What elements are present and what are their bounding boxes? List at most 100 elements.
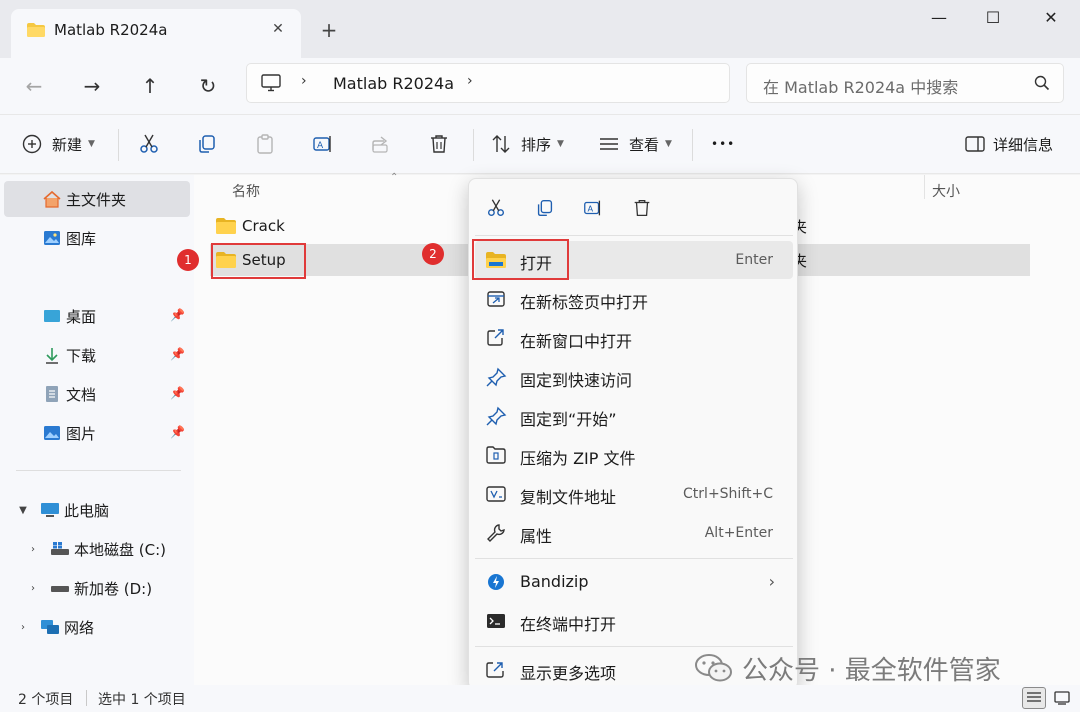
- menu-item-shortcut: Ctrl+Shift+C: [683, 486, 773, 502]
- address-bar[interactable]: › Matlab R2024a ›: [246, 63, 730, 103]
- tiles-view-icon: [1054, 691, 1070, 705]
- pin-icon: [486, 367, 507, 387]
- menu-item-copy-path[interactable]: 复制文件地址 Ctrl+Shift+C: [475, 475, 793, 513]
- drive-icon: [51, 586, 69, 592]
- wechat-logo-icon: [695, 654, 732, 682]
- delete-button[interactable]: [625, 193, 659, 223]
- up-icon[interactable]: ↑: [132, 68, 168, 104]
- sidebar-item-desktop[interactable]: 桌面 📌: [4, 298, 190, 334]
- menu-item-bandizip[interactable]: Bandizip ›: [475, 563, 793, 601]
- new-button[interactable]: 新建 ▼: [20, 129, 95, 159]
- share-icon: [372, 136, 388, 153]
- chevron-right-icon[interactable]: ›: [26, 544, 40, 555]
- chevron-right-icon[interactable]: ›: [16, 622, 30, 633]
- sidebar-item-home[interactable]: 主文件夹: [4, 181, 190, 217]
- sidebar-item-documents[interactable]: 文档 📌: [4, 376, 190, 412]
- minimize-icon[interactable]: —: [924, 4, 954, 32]
- new-window-icon: [487, 329, 504, 346]
- sidebar-label: 网络: [64, 618, 95, 637]
- menu-item-properties[interactable]: 属性 Alt+Enter: [475, 514, 793, 552]
- refresh-icon[interactable]: ↻: [190, 68, 226, 104]
- cut-button[interactable]: [137, 129, 161, 159]
- more-icon[interactable]: •••: [711, 129, 735, 159]
- rename-button[interactable]: A: [311, 129, 335, 159]
- copy-path-icon: [486, 486, 506, 502]
- sort-label: 排序: [521, 135, 552, 154]
- search-icon: [1034, 75, 1050, 91]
- forward-icon[interactable]: →: [74, 68, 110, 104]
- sidebar-label: 桌面: [66, 307, 97, 326]
- delete-button[interactable]: [427, 129, 451, 159]
- copy-icon: [199, 135, 215, 153]
- step-badge: 2: [422, 243, 444, 265]
- divider: [692, 129, 693, 161]
- file-name: Crack: [242, 217, 285, 235]
- pin-icon[interactable]: 📌: [170, 347, 185, 363]
- menu-item-pin-quick-access[interactable]: 固定到快速访问: [475, 358, 793, 396]
- paste-button[interactable]: [253, 129, 277, 159]
- sidebar-item-this-pc[interactable]: ▼ 此电脑: [4, 492, 190, 528]
- sort-button[interactable]: 排序 ▼: [489, 129, 564, 159]
- terminal-icon: [487, 614, 505, 628]
- network-icon: [41, 620, 59, 634]
- column-header-name[interactable]: 名称: [232, 181, 260, 201]
- divider: [475, 235, 793, 236]
- copy-button[interactable]: [195, 129, 219, 159]
- more-options-icon: [486, 662, 504, 678]
- sidebar-item-new-volume[interactable]: › 新加卷 (D:): [4, 570, 190, 606]
- search-input[interactable]: 在 Matlab R2024a 中搜索: [763, 74, 958, 98]
- new-tab-icon[interactable]: +: [315, 16, 343, 44]
- tab-matlab[interactable]: Matlab R2024a ✕: [11, 9, 301, 58]
- sidebar-item-gallery[interactable]: 图库: [4, 220, 190, 256]
- breadcrumb-matlab[interactable]: Matlab R2024a: [333, 74, 454, 93]
- menu-item-label: 属性: [520, 527, 553, 546]
- highlight-box: [211, 243, 306, 279]
- computer-icon: [41, 503, 59, 517]
- gallery-icon: [44, 231, 60, 245]
- watermark: 公众号 · 最全软件管家: [694, 650, 1054, 686]
- paste-icon: [257, 134, 273, 154]
- menu-item-label: 在新标签页中打开: [520, 293, 649, 312]
- folder-icon: [216, 218, 236, 234]
- copy-button[interactable]: [528, 193, 562, 223]
- close-window-icon[interactable]: ✕: [1036, 4, 1066, 32]
- details-button[interactable]: 详细信息: [963, 129, 1053, 159]
- details-label: 详细信息: [993, 135, 1054, 154]
- menu-item-open-new-window[interactable]: 在新窗口中打开: [475, 319, 793, 357]
- menu-item-compress-zip[interactable]: 压缩为 ZIP 文件: [475, 436, 793, 474]
- pin-icon[interactable]: 📌: [170, 425, 185, 441]
- sidebar-item-downloads[interactable]: 下载 📌: [4, 337, 190, 373]
- chevron-down-icon[interactable]: ▼: [16, 505, 30, 516]
- view-button[interactable]: 查看 ▼: [597, 129, 672, 159]
- sidebar-item-local-disk[interactable]: › 本地磁盘 (C:): [4, 531, 190, 567]
- plus-circle-icon: [22, 134, 42, 154]
- menu-item-pin-start[interactable]: 固定到“开始”: [475, 397, 793, 435]
- details-view-button[interactable]: [1022, 687, 1046, 709]
- sidebar-label: 图片: [66, 424, 97, 443]
- rename-button[interactable]: A: [576, 193, 610, 223]
- tiles-view-button[interactable]: [1050, 687, 1074, 709]
- back-icon[interactable]: ←: [16, 68, 52, 104]
- chevron-down-icon: ▼: [665, 139, 672, 149]
- sidebar-item-network[interactable]: › 网络: [4, 609, 190, 645]
- breadcrumb-chevron-icon[interactable]: ›: [467, 73, 473, 89]
- share-button[interactable]: [369, 129, 393, 159]
- sidebar-label: 此电脑: [64, 501, 110, 520]
- pin-icon[interactable]: 📌: [170, 308, 185, 324]
- computer-icon: [261, 74, 281, 92]
- menu-item-open-terminal[interactable]: 在终端中打开: [475, 602, 793, 640]
- bandizip-icon: [488, 574, 504, 590]
- sidebar-item-pictures[interactable]: 图片 📌: [4, 415, 190, 451]
- pin-icon[interactable]: 📌: [170, 386, 185, 402]
- cut-button[interactable]: [479, 193, 513, 223]
- breadcrumb-chevron-icon[interactable]: ›: [301, 73, 307, 89]
- search-box[interactable]: 在 Matlab R2024a 中搜索: [746, 63, 1064, 103]
- maximize-icon[interactable]: ☐: [978, 4, 1008, 32]
- column-header-size[interactable]: 大小: [932, 181, 960, 201]
- picture-icon: [44, 426, 60, 440]
- view-label: 查看: [629, 135, 660, 154]
- chevron-right-icon[interactable]: ›: [26, 583, 40, 594]
- tab-close-icon[interactable]: ✕: [266, 17, 290, 41]
- menu-item-open-new-tab[interactable]: 在新标签页中打开: [475, 280, 793, 318]
- step-badge: 1: [177, 249, 199, 271]
